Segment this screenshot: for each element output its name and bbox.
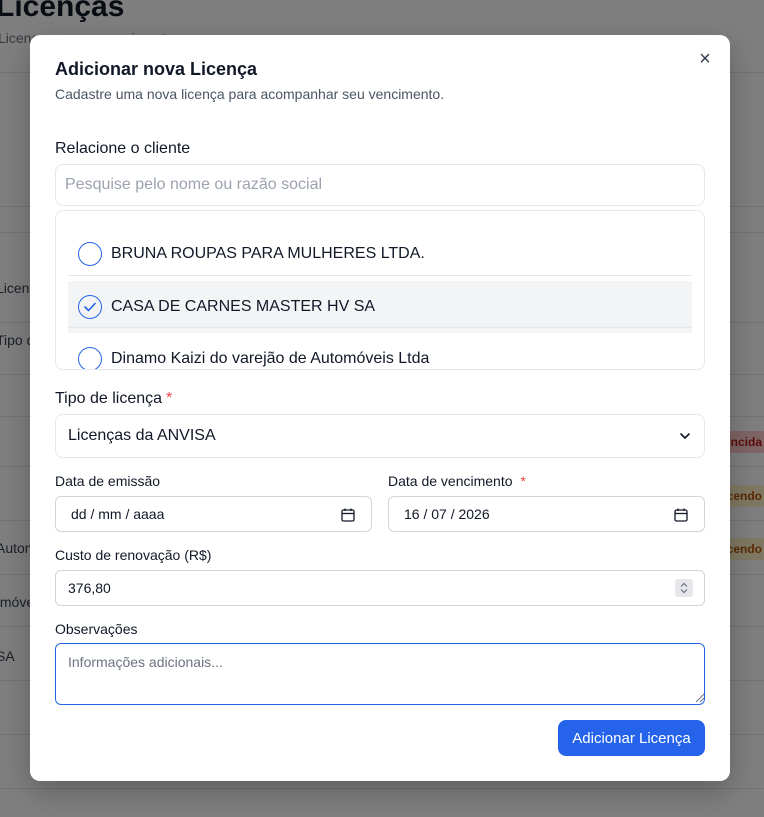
client-label: Relacione o cliente <box>55 140 191 157</box>
modal-title: Adicionar nova Licença <box>55 59 258 79</box>
calendar-icon[interactable] <box>340 507 356 523</box>
client-option[interactable]: BRUNA ROUPAS PARA MULHERES LTDA. <box>68 228 692 280</box>
client-search-input[interactable] <box>55 164 705 206</box>
license-type-select[interactable]: Licenças da ANVISA <box>55 414 705 458</box>
chevron-down-icon <box>680 433 690 439</box>
issue-date-label: Data de emissão <box>55 473 161 489</box>
add-license-button[interactable]: Adicionar Licença <box>558 720 705 756</box>
radio-icon[interactable] <box>78 242 102 266</box>
renewal-cost-label: Custo de renovação (R$) <box>55 547 212 563</box>
modal-description: Cadastre uma nova licença para acompanha… <box>55 86 445 102</box>
license-type-label: Tipo de licença * <box>55 390 172 408</box>
resize-handle-icon[interactable] <box>695 693 705 703</box>
client-name: Dinamo Kaizi do varejão de Automóveis Lt… <box>111 350 430 367</box>
client-name: CASA DE CARNES MASTER HV SA <box>111 298 376 315</box>
add-license-modal: × Adicionar nova Licença Cadastre uma no… <box>30 35 730 781</box>
due-date-label-text: Data de vencimento <box>388 473 513 489</box>
radio-icon[interactable] <box>78 347 102 369</box>
client-name: BRUNA ROUPAS PARA MULHERES LTDA. <box>111 245 425 262</box>
required-mark: * <box>166 390 173 407</box>
divider <box>68 275 692 276</box>
issue-date-value: dd / mm / aaaa <box>71 506 165 522</box>
issue-date-input[interactable]: dd / mm / aaaa <box>55 496 372 532</box>
notes-label: Observações <box>55 621 138 637</box>
license-type-value: Licenças da ANVISA <box>68 427 216 444</box>
due-date-input[interactable]: 16 / 07 / 2026 <box>388 496 705 532</box>
notes-textarea[interactable] <box>55 643 705 705</box>
renewal-cost-input[interactable]: 376,80 <box>55 570 705 606</box>
required-mark: * <box>520 473 526 489</box>
close-icon[interactable]: × <box>696 49 714 69</box>
due-date-label: Data de vencimento * <box>388 473 526 489</box>
license-type-label-text: Tipo de licença <box>55 390 163 407</box>
due-date-value: 16 / 07 / 2026 <box>404 506 490 522</box>
calendar-icon[interactable] <box>673 507 689 523</box>
client-option[interactable]: Dinamo Kaizi do varejão de Automóveis Lt… <box>68 333 692 369</box>
check-icon[interactable] <box>78 295 102 319</box>
divider <box>68 327 692 328</box>
renewal-cost-value: 376,80 <box>68 580 111 596</box>
client-list[interactable]: BRUNA ROUPAS PARA MULHERES LTDA. CASA DE… <box>55 210 705 370</box>
spinner-icon[interactable] <box>675 579 693 597</box>
client-option-selected[interactable]: CASA DE CARNES MASTER HV SA <box>68 281 692 333</box>
